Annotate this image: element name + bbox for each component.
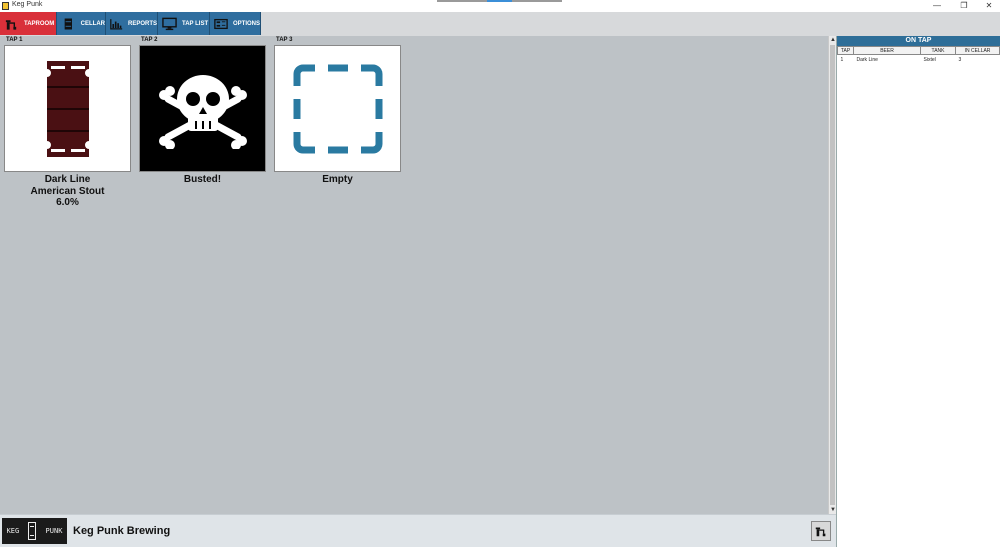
main-toolbar: TAPROOM CELLAR REPORTS TAP LIST OPTIONS [0,12,1000,36]
tab-options[interactable]: OPTIONS [210,12,261,35]
tab-taproom-label: TAPROOM [24,20,55,27]
scroll-thumb[interactable] [830,45,835,505]
keg-tap-icon [5,19,17,30]
app-icon [2,2,9,10]
tap-1-info: Dark Line American Stout 6.0% [4,174,131,209]
options-icon [214,18,228,29]
col-in-cellar[interactable]: IN CELLAR [955,46,1000,55]
on-tap-title: ON TAP [837,36,1000,46]
tap-1-card[interactable] [4,45,131,172]
tab-options-label: OPTIONS [232,20,260,27]
tap-3-info: Empty [274,174,401,186]
keg-icon [64,18,72,29]
logo-right-text: PUNK [45,527,63,535]
tab-cellar[interactable]: CELLAR [57,12,106,35]
keg-punk-logo: KEG PUNK [2,518,67,544]
logo-left-text: KEG [6,527,20,535]
cell-tap: 1 [840,56,844,63]
monitor-icon [162,17,177,30]
window-title: Keg Punk [12,1,43,8]
tab-tap-list[interactable]: TAP LIST [158,12,210,35]
col-tap[interactable]: TAP [837,46,854,55]
cell-beer: Dark Line [856,56,878,63]
tab-reports[interactable]: REPORTS [106,12,158,35]
cell-in-cellar: 3 [958,56,962,63]
tap-label: TAP 1 [6,37,23,43]
maximize-button[interactable]: ❐ [950,0,978,12]
empty-frame-icon [293,64,382,153]
logo-keg-icon [28,522,37,540]
brewery-name: Keg Punk Brewing [73,525,171,537]
on-tap-table: TAP BEER TANK IN CELLAR 1 Dark Line Sixt… [837,46,1000,65]
tab-reports-label: REPORTS [127,20,157,27]
cell-tank: Sixtel [923,56,936,63]
beer-name: Busted! [183,174,222,185]
footer-bar: KEG PUNK Keg Punk Brewing [0,514,836,547]
beer-abv: 6.0% [56,197,79,208]
tab-taproom[interactable]: TAPROOM [0,12,57,35]
close-button[interactable]: ✕ [975,0,1000,12]
keg-icon [46,60,89,157]
keg-tap-icon [815,527,826,537]
tap-2-info: Busted! [139,174,266,186]
title-bar: Keg Punk — ❐ ✕ [0,0,1000,12]
table-header: TAP BEER TANK IN CELLAR [837,46,1000,55]
title-progress [437,0,562,2]
col-beer[interactable]: BEER [853,46,921,55]
bar-chart-icon [110,18,123,29]
beer-style: American Stout [30,185,105,197]
tap-label: TAP 2 [141,37,158,43]
tap-2-card[interactable] [139,45,266,172]
main-scrollbar[interactable]: ▲ ▼ [828,36,836,514]
tab-cellar-label: CELLAR [80,20,105,27]
pour-button[interactable] [811,521,831,541]
minimize-button[interactable]: — [923,0,951,12]
on-tap-panel: ON TAP TAP BEER TANK IN CELLAR 1 Dark Li… [836,36,1000,547]
tap-3-card[interactable] [274,45,401,172]
beer-name: Empty [322,174,353,185]
skull-crossbones-icon [158,74,247,149]
beer-name: Dark Line [44,174,91,185]
tab-tap-list-label: TAP LIST [182,20,209,27]
table-row[interactable]: 1 Dark Line Sixtel 3 [838,55,1000,65]
tap-label: TAP 3 [276,37,293,43]
col-tank[interactable]: TANK [920,46,956,55]
taproom-area: TAP 1 Dark Line American Stout 6.0% TAP … [0,36,828,514]
